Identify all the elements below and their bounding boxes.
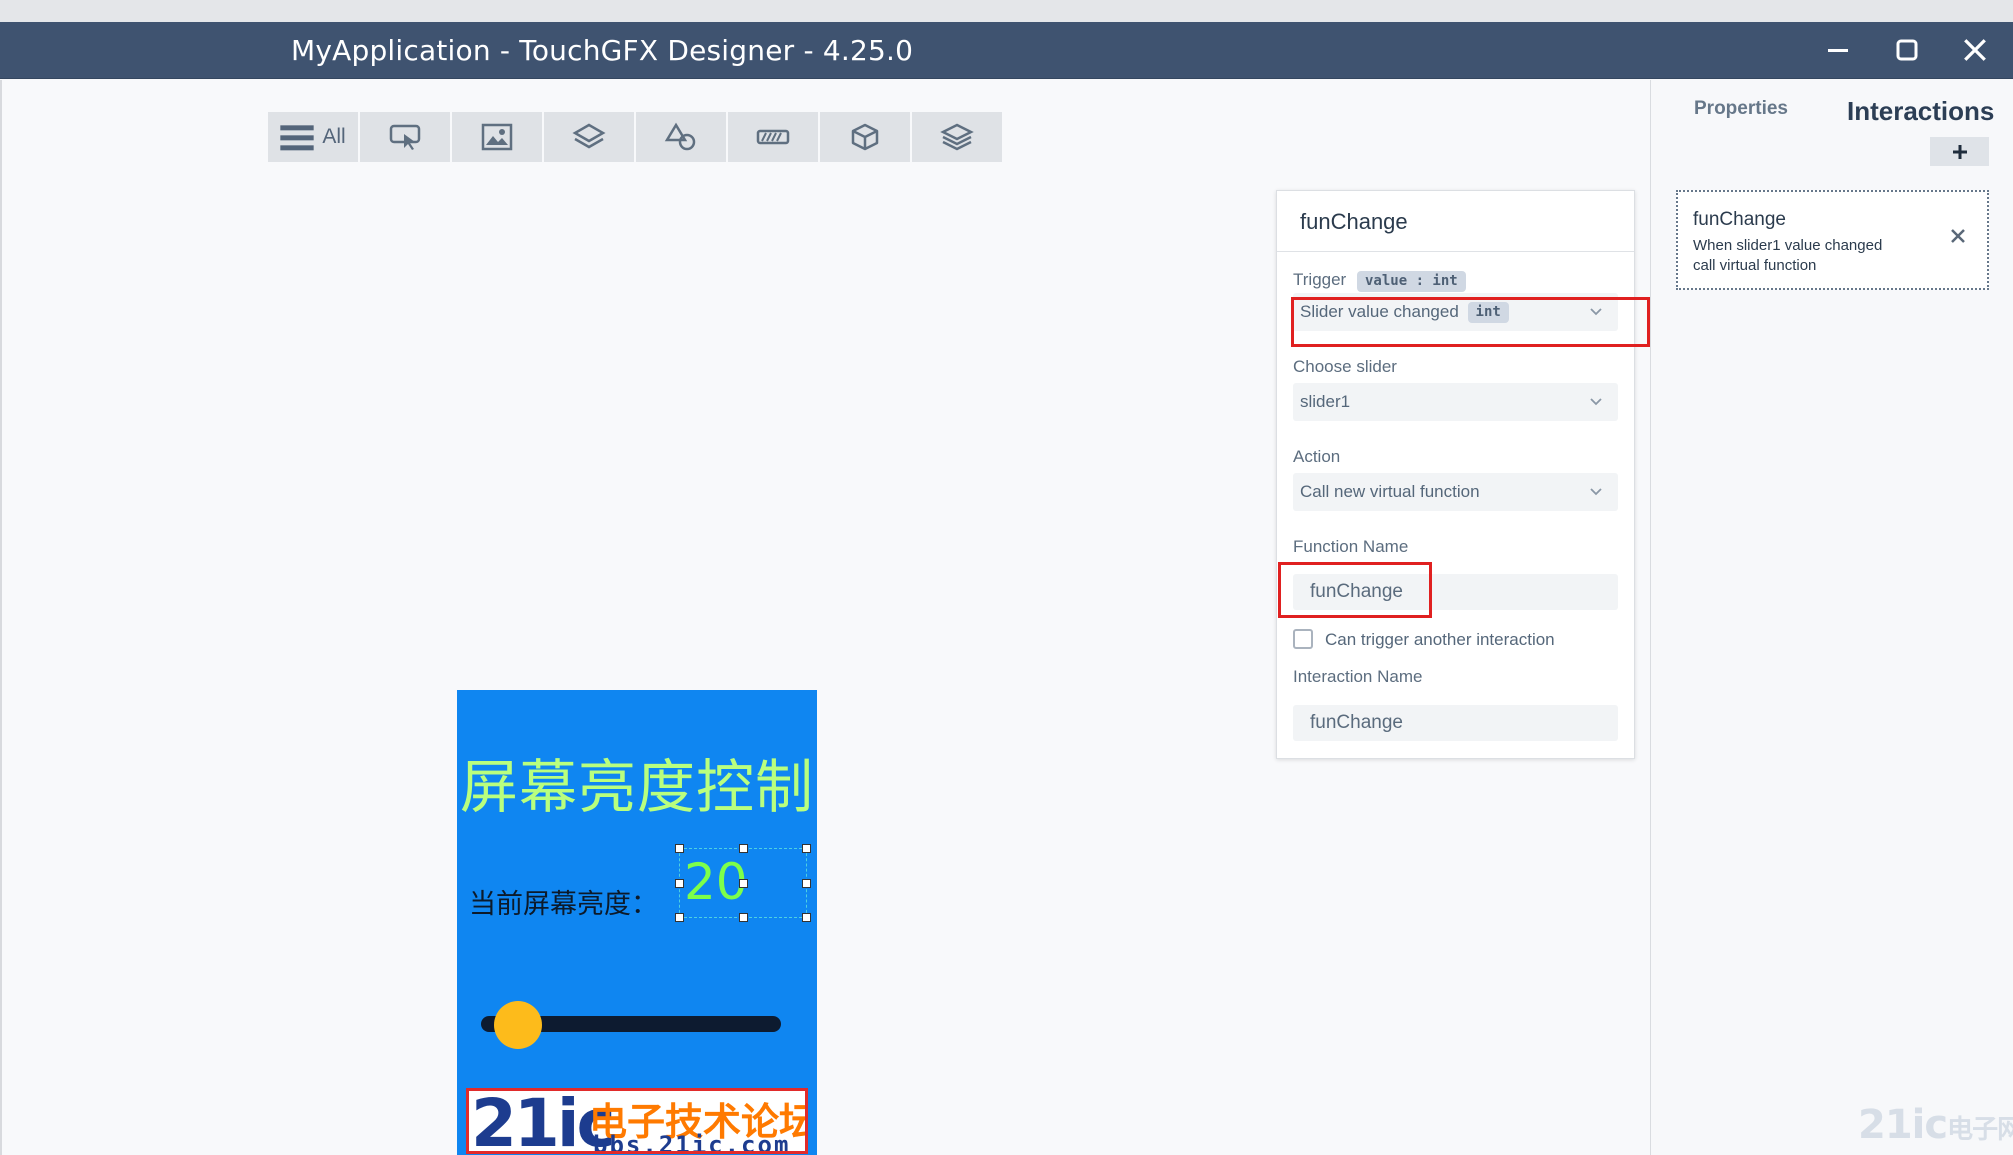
- menu-icon: [280, 125, 314, 151]
- interaction-card-line2: call virtual function: [1693, 257, 1817, 274]
- trigger-type-chip: int: [1467, 302, 1509, 323]
- trigger-label: Trigger: [1293, 270, 1347, 289]
- interaction-card[interactable]: funChange When slider1 value changed cal…: [1676, 190, 1989, 290]
- brightness-label: 当前屏幕亮度：: [469, 889, 658, 920]
- progress-widgets-button[interactable]: [728, 112, 818, 162]
- maximize-button[interactable]: [1887, 30, 1927, 70]
- action-select[interactable]: Call new virtual function: [1293, 473, 1618, 511]
- close-icon: [1964, 39, 1986, 61]
- filter-all-button[interactable]: All: [268, 112, 358, 162]
- function-name-input[interactable]: funChange: [1293, 574, 1618, 610]
- filter-all-label: All: [322, 125, 346, 148]
- watermark-main: 21ic: [1858, 1102, 1948, 1148]
- interaction-icon: [389, 124, 421, 150]
- resize-handle[interactable]: [802, 879, 811, 888]
- interaction-card-title: funChange: [1693, 209, 1786, 230]
- chevron-down-icon: [1590, 308, 1602, 316]
- trigger-select[interactable]: Slider value changed int: [1293, 293, 1618, 331]
- interaction-name-input[interactable]: funChange: [1293, 705, 1618, 741]
- chevron-down-icon: [1590, 488, 1602, 496]
- stack-icon: [940, 123, 974, 151]
- resize-handle[interactable]: [675, 844, 684, 853]
- brightness-value-textarea[interactable]: 20: [675, 844, 811, 922]
- container-widgets-button[interactable]: [544, 112, 634, 162]
- interaction-card-line1: When slider1 value changed: [1693, 237, 1883, 254]
- action-label: Action: [1293, 447, 1341, 466]
- title-bar: MyApplication - TouchGFX Designer - 4.25…: [0, 22, 2013, 79]
- slider-select-value: slider1: [1300, 392, 1351, 411]
- widget-toolbar: All: [268, 112, 1002, 162]
- shape-widgets-button[interactable]: [636, 112, 726, 162]
- slider-select[interactable]: slider1: [1293, 383, 1618, 421]
- resize-handle[interactable]: [802, 913, 811, 922]
- shapes-icon: [664, 122, 696, 151]
- watermark: 21ic电子网: [1858, 1102, 2013, 1148]
- minimize-icon: [1828, 49, 1848, 52]
- window-title: MyApplication - TouchGFX Designer - 4.25…: [291, 34, 914, 67]
- logo-url: bbs.21ic.com: [593, 1131, 791, 1154]
- interaction-name-label: Interaction Name: [1293, 667, 1423, 686]
- tab-interactions[interactable]: Interactions: [1847, 96, 1994, 127]
- trigger-select-value: Slider value changed: [1300, 302, 1459, 321]
- device-screen[interactable]: 屏幕亮度控制 当前屏幕亮度： 20: [457, 690, 817, 1155]
- interaction-card-description: When slider1 value changed call virtual …: [1693, 236, 1933, 276]
- resize-handle[interactable]: [675, 879, 684, 888]
- cube-icon: [851, 123, 879, 151]
- close-button[interactable]: [1955, 30, 1995, 70]
- minimize-button[interactable]: [1818, 30, 1858, 70]
- custom-widgets-button[interactable]: [912, 112, 1002, 162]
- 3d-widgets-button[interactable]: [820, 112, 910, 162]
- progress-icon: [756, 129, 790, 145]
- plus-icon: [1952, 144, 1967, 159]
- maximize-icon: [1896, 39, 1918, 61]
- tab-properties[interactable]: Properties: [1694, 98, 1788, 120]
- resize-handle[interactable]: [802, 844, 811, 853]
- forum-logo: 21ic 电子技术论坛 bbs.21ic.com: [466, 1088, 808, 1154]
- interaction-editor-title: funChange: [1277, 191, 1634, 252]
- interaction-editor: funChange Trigger value : int Slider val…: [1276, 190, 1635, 759]
- right-sidebar: Properties Interactions funChange When s…: [1650, 80, 2013, 1155]
- interaction-widgets-button[interactable]: [360, 112, 450, 162]
- function-name-label: Function Name: [1293, 537, 1409, 556]
- resize-handle[interactable]: [739, 879, 748, 888]
- desktop-strip: [0, 0, 2013, 22]
- trigger-signature-chip: value : int: [1357, 271, 1466, 292]
- slider1-knob[interactable]: [493, 1001, 542, 1049]
- chevron-down-icon: [1590, 398, 1602, 406]
- resize-handle[interactable]: [675, 913, 684, 922]
- image-widgets-button[interactable]: [452, 112, 542, 162]
- screen-title: 屏幕亮度控制: [459, 753, 814, 821]
- add-interaction-button[interactable]: [1930, 137, 1989, 166]
- delete-interaction-icon[interactable]: [1948, 226, 1968, 246]
- resize-handle[interactable]: [739, 913, 748, 922]
- layers-icon: [572, 123, 606, 149]
- action-select-value: Call new virtual function: [1300, 482, 1480, 501]
- can-trigger-label: Can trigger another interaction: [1325, 630, 1555, 649]
- watermark-sub: 电子网: [1947, 1115, 2013, 1145]
- choose-slider-label: Choose slider: [1293, 357, 1397, 376]
- resize-handle[interactable]: [739, 844, 748, 853]
- image-icon: [481, 123, 513, 151]
- can-trigger-checkbox[interactable]: [1293, 629, 1313, 649]
